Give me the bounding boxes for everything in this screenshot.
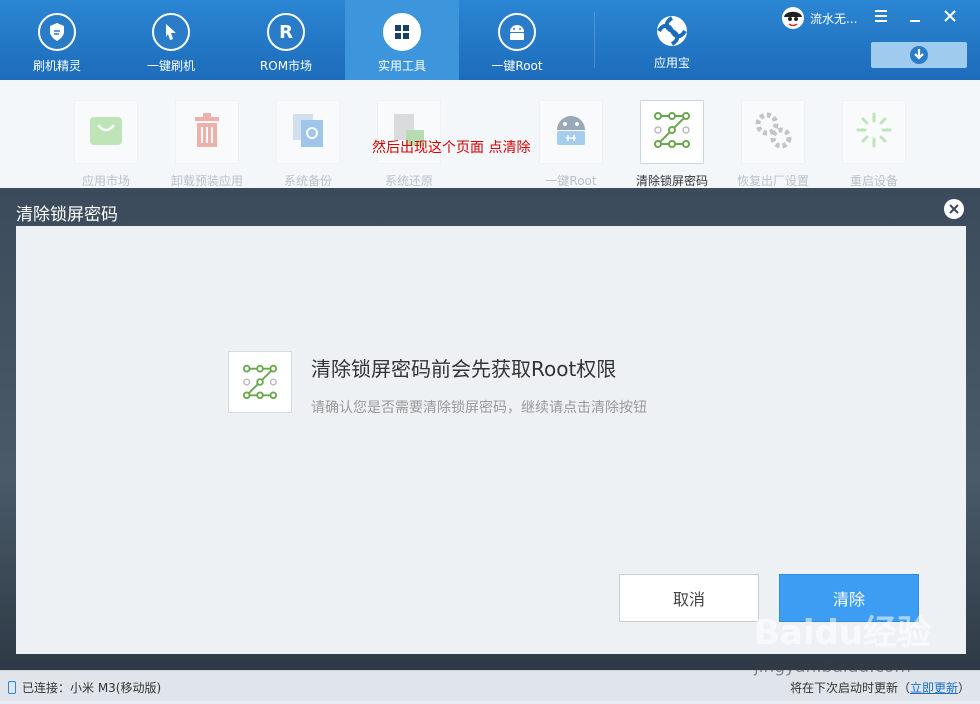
minimize-icon[interactable] [907,8,923,24]
trash-icon [192,112,222,152]
pattern-lock-icon [228,351,292,413]
rom-r-icon: R [267,13,305,51]
connection-status: 已连接：小米 M3(移动版) [8,679,161,696]
user-name: 流水无... [810,11,858,26]
menu-icon[interactable] [873,8,889,24]
tool-clear-lock-password[interactable]: 清除锁屏密码 [636,100,708,188]
update-close-paren: ） [958,681,971,695]
tool-system-backup[interactable]: 系统备份 [276,100,340,188]
nav-label: ROM市场 [259,59,313,73]
update-text: 将在下次启动时更新（ [790,681,911,695]
update-status: 将在下次启动时更新（立即更新） [790,679,970,696]
tool-uninstall-preinstalled[interactable]: 卸载预装应用 [171,100,243,188]
yingyongbao-icon [655,14,689,48]
nav-label: 刷机精灵 [32,59,81,73]
shield-icon [38,13,76,51]
clear-button[interactable]: 清除 [779,574,919,622]
nav-item-shuajijingling[interactable]: 刷机精灵 [0,0,114,80]
user-account[interactable]: 流水无... [782,6,857,30]
nav-item-one-click-root[interactable]: 一键Root [460,0,574,80]
android-icon [552,112,590,152]
backup-icon [291,112,325,152]
nav-item-yingyongbao[interactable]: 应用宝 [615,0,729,80]
tool-restart-device[interactable]: 重启设备 [842,100,906,188]
annotation-text: 然后出现这个页面 点清除 [372,140,531,156]
download-manager-button[interactable] [871,42,967,68]
android-icon [498,13,536,51]
grid-icon [383,13,421,51]
dialog-title: 清除锁屏密码 [16,205,118,225]
dialog-message-title: 清除锁屏密码前会先获取Root权限 [311,357,617,381]
phone-icon [8,681,16,694]
tool-label: 系统还原 [384,174,433,188]
dialog-close-icon[interactable] [944,199,964,219]
pattern-lock-icon [652,110,692,154]
nav-label: 一键Root [491,59,543,73]
dialog-message-subtitle: 请确认您是否需要清除锁屏密码，继续请点击清除按钮 [311,400,647,416]
tool-one-click-root[interactable]: 一键Root [539,100,603,188]
close-window-icon[interactable] [942,8,958,24]
tool-label: 重启设备 [849,174,898,188]
update-now-link[interactable]: 立即更新 [910,681,958,695]
avatar [782,7,804,29]
status-bar: 已连接：小米 M3(移动版) 将在下次启动时更新（立即更新） [0,670,980,701]
nav-item-rom-market[interactable]: R ROM市场 [229,0,343,80]
nav-label: 应用宝 [653,56,690,70]
cancel-button[interactable]: 取消 [619,574,759,622]
nav-item-tools[interactable]: 实用工具 [345,0,459,80]
restart-spinner-icon [855,111,893,153]
tool-app-market[interactable]: 应用市场 [74,100,138,188]
cursor-icon [152,13,190,51]
gears-icon [753,110,793,154]
connection-text: 已连接：小米 M3(移动版) [22,681,162,695]
nav-item-yijianshuaji[interactable]: 一键刷机 [114,0,228,80]
nav-label: 实用工具 [377,59,426,73]
top-navigation: 刷机精灵 一键刷机 R ROM市场 实用工具 一键Root 应用宝 流水无... [0,0,980,80]
nav-divider [594,12,595,68]
tool-factory-reset[interactable]: 恢复出厂设置 [737,100,809,188]
nav-label: 一键刷机 [146,59,195,73]
tool-strip: 应用市场 卸载预装应用 系统备份 系统还原 一键Root 清除锁屏密码 恢复出厂… [0,80,980,188]
shopping-bag-icon [88,113,124,151]
download-icon [910,46,928,64]
